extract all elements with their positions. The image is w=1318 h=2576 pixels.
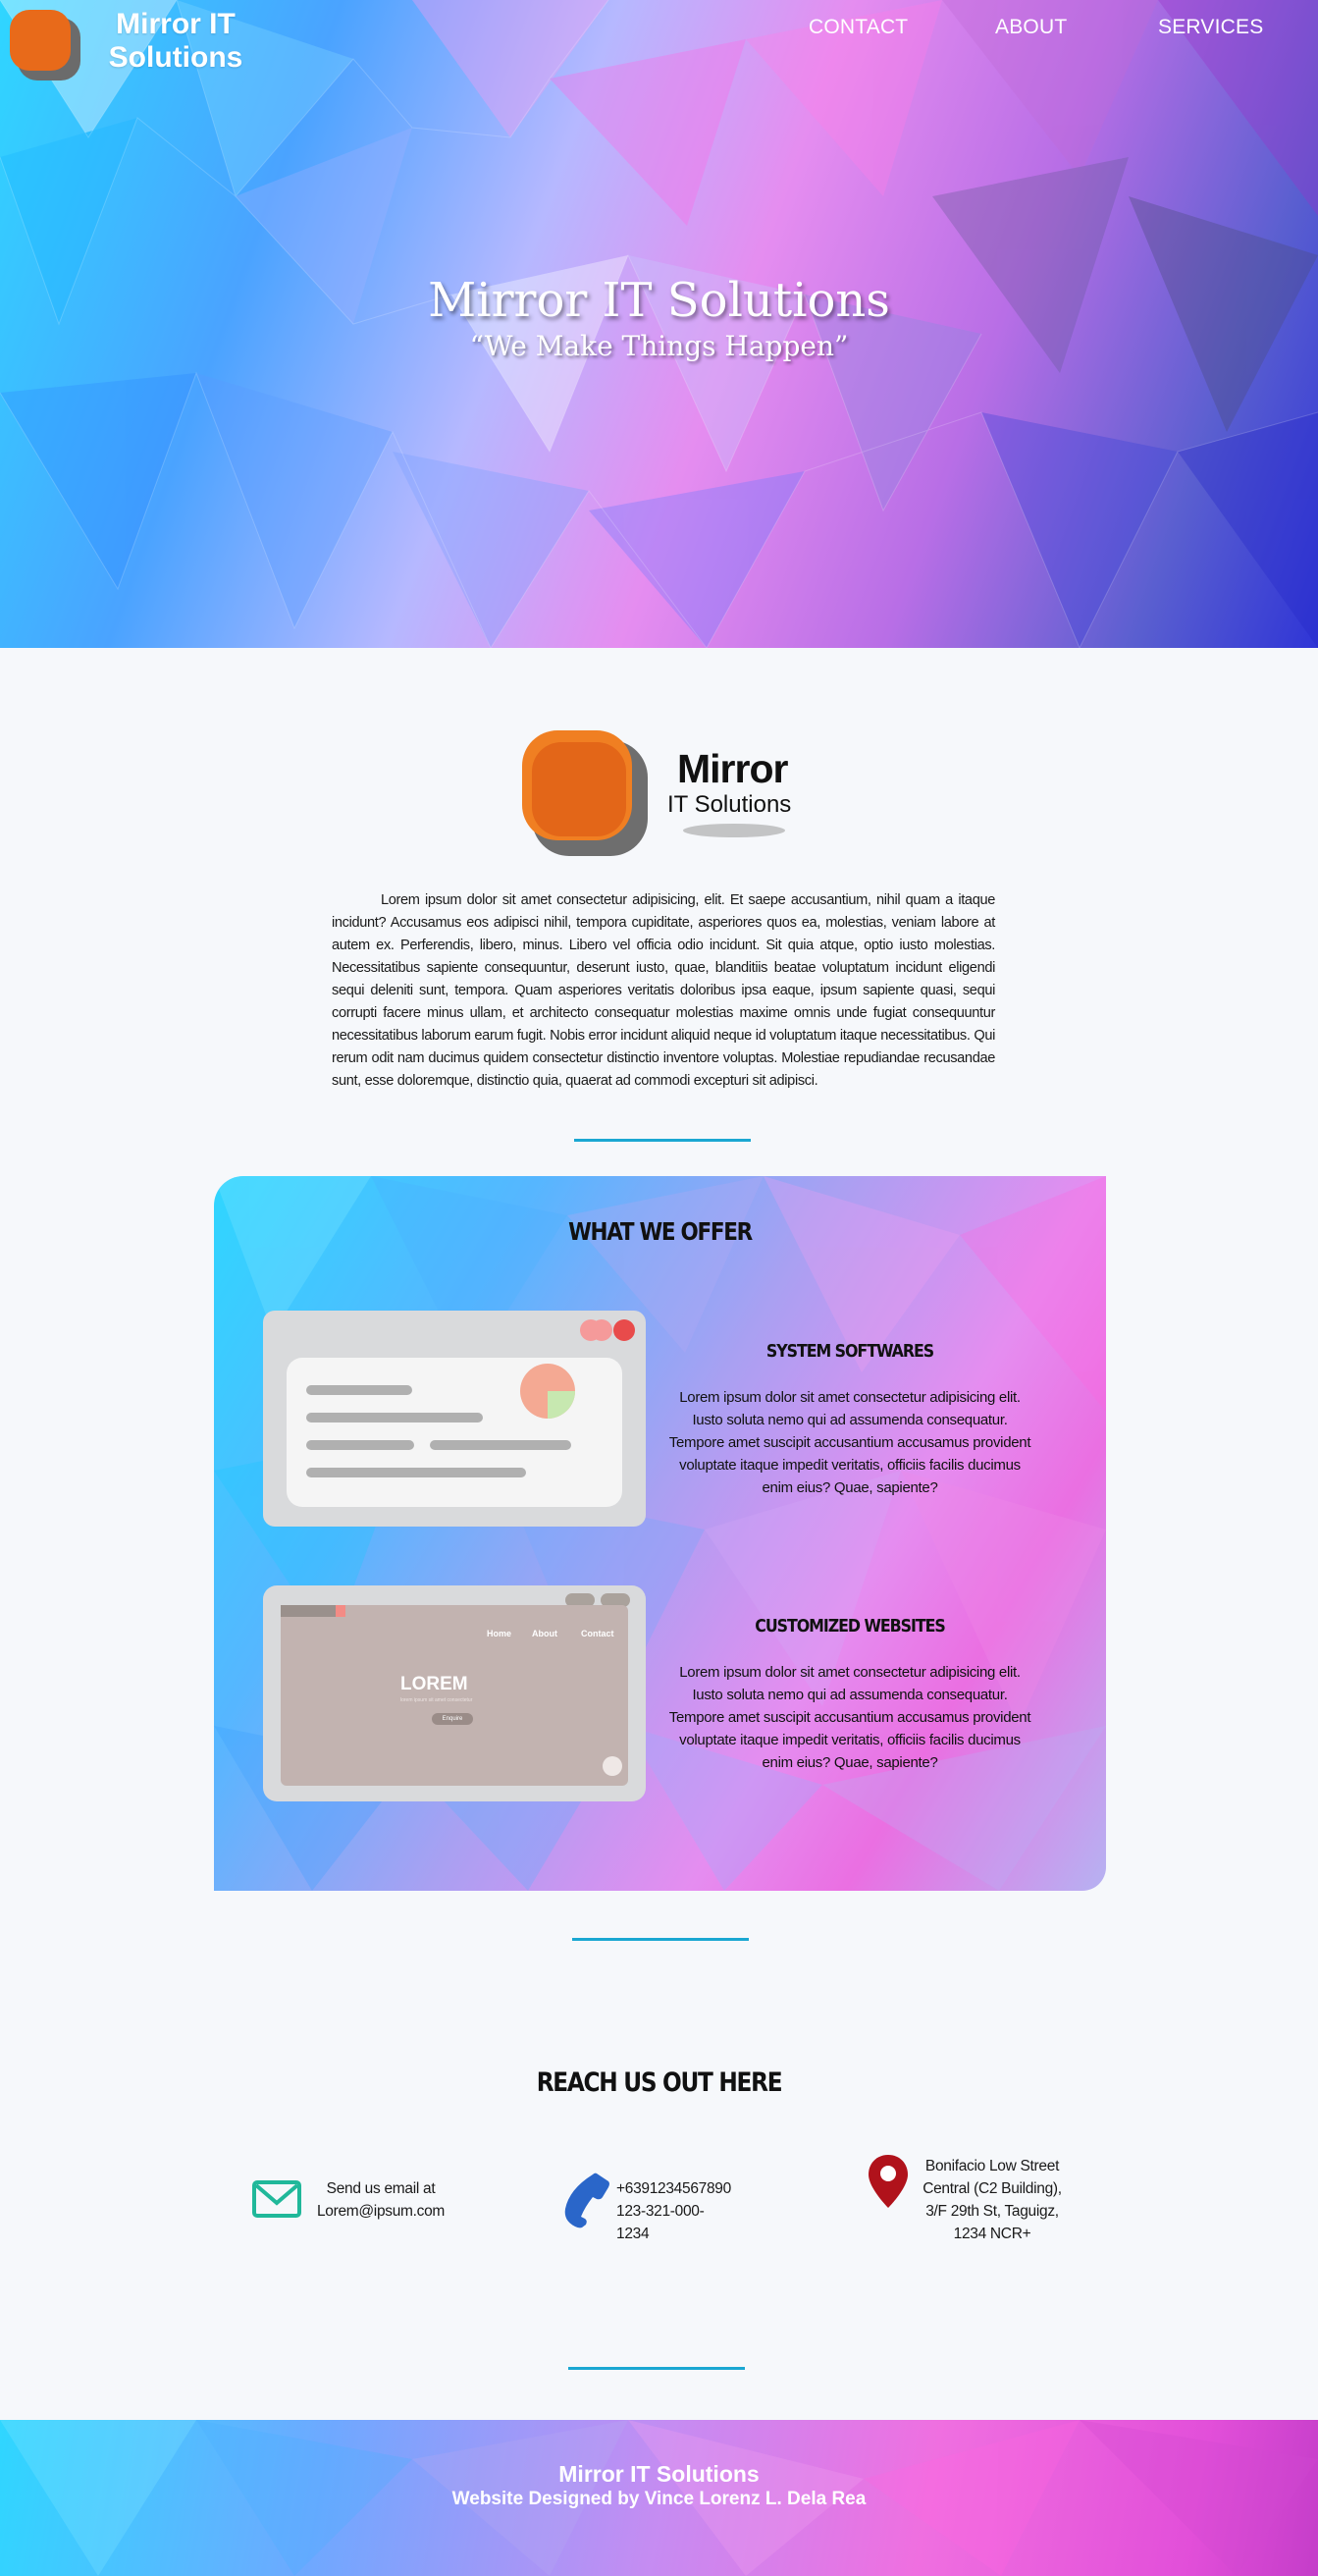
offer-desc-system: Lorem ipsum dolor sit amet consectetur a… [668,1389,1031,1496]
contact-email-line1: Send us email at [326,2180,436,2197]
contact-email-line2[interactable]: Lorem@ipsum.com [312,2200,449,2223]
about-logo-word2: IT Solutions [667,791,792,818]
nav-link-about[interactable]: ABOUT [995,16,1067,39]
mock-hero-word: LOREM [400,1674,468,1694]
contact-address-line4: 1234 NCR+ [953,2226,1031,2242]
contact-address-line3: 3/F 29th St, Taguigz, [925,2203,1059,2220]
system-software-illustration [263,1311,646,1527]
section-divider [574,1139,751,1142]
mock-nav-about: About [532,1629,557,1638]
nav-link-contact[interactable]: CONTACT [809,16,908,39]
mock-enquire-button: Enquire [432,1713,473,1725]
contact-address: Bonifacio Low Street Central (C2 Buildin… [915,2155,1070,2245]
contact-title: REACH US OUT HERE [536,2067,783,2098]
offer-desc-websites: Lorem ipsum dolor sit amet consectetur a… [668,1664,1031,1771]
footer-title: Mirror IT Solutions [558,2461,760,2487]
footer: Mirror IT Solutions Website Designed by … [0,2420,1318,2576]
offer-heading-system: SYSTEM SOFTWARES [765,1341,934,1362]
offer-heading-websites: CUSTOMIZED WEBSITES [755,1616,945,1637]
hero-tagline: “We Make Things Happen” [469,330,849,362]
mock-nav-contact: Contact [581,1629,614,1638]
mock-hero-sub: lorem ipsum sit amet consectetur [400,1697,473,1703]
about-text: Lorem ipsum dolor sit amet consectetur a… [332,892,995,1089]
website-illustration: Home About Contact LOREM lorem ipsum sit… [263,1585,646,1801]
hero-section: Mirror IT Solutions CONTACT ABOUT SERVIC… [0,0,1318,648]
contact-phone-line1[interactable]: +6391234567890 [616,2177,736,2200]
contact-phone[interactable]: +6391234567890 123-321-000-1234 [616,2177,736,2245]
contact-address-line1: Bonifacio Low Street [924,2158,1060,2174]
about-logo-word1: Mirror [677,746,788,791]
offer-title: WHAT WE OFFER [568,1217,753,1246]
phone-icon[interactable] [561,2172,612,2228]
app-logo-icon[interactable] [8,8,82,82]
footer-credit: Website Designed by Vince Lorenz L. Dela… [451,2489,867,2509]
nav-brand-line1: Mirror IT [116,8,236,40]
nav-brand[interactable]: Mirror IT Solutions [94,8,257,75]
section-divider [568,2367,745,2370]
section-divider [572,1938,749,1941]
hero-title: Mirror IT Solutions [428,273,890,328]
contact-email[interactable]: Send us email at Lorem@ipsum.com [312,2177,449,2223]
map-pin-icon[interactable] [868,2154,909,2209]
envelope-icon[interactable] [251,2179,302,2219]
contact-phone-line2[interactable]: 123-321-000-1234 [616,2200,736,2245]
mock-nav-home: Home [487,1629,512,1638]
nav-link-services[interactable]: SERVICES [1158,16,1263,39]
nav-brand-line2: Solutions [108,41,243,74]
offer-section: WHAT WE OFFER SYSTEM SOFTWARES Lorem ips… [214,1176,1106,1891]
contact-address-line2: Central (C2 Building), [923,2180,1062,2197]
